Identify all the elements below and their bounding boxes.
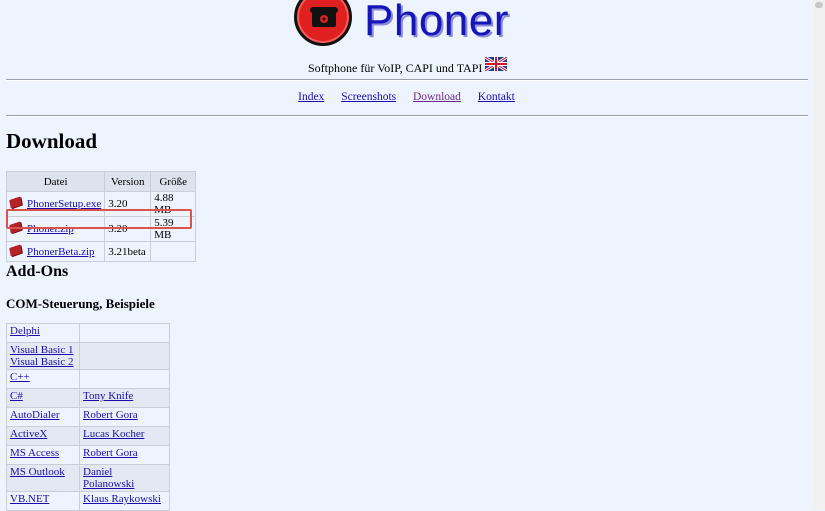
- table-row: AutoDialer Robert Gora: [6, 407, 170, 427]
- nav-kontakt[interactable]: Kontakt: [478, 91, 515, 103]
- com-link-msaccess[interactable]: MS Access: [10, 447, 59, 459]
- table-row: C++: [6, 369, 170, 389]
- download-table: Datei Version Größe PhonerSetup.exe 3.20…: [5, 171, 197, 262]
- table-row: PhonerSetup.exe 3.20 4.88 MB: [6, 191, 197, 217]
- author-link[interactable]: Daniel Polanowski: [83, 466, 134, 490]
- author-link[interactable]: Robert Gora: [83, 447, 138, 459]
- com-link-delphi[interactable]: Delphi: [10, 325, 40, 337]
- author-link[interactable]: Klaus Raykowski: [83, 493, 161, 505]
- table-row: PhonerBeta.zip 3.21beta: [6, 241, 197, 262]
- tagline: Softphone für VoIP, CAPI und TAPI: [308, 61, 483, 75]
- file-icon: [9, 243, 22, 257]
- com-link-msoutlook[interactable]: MS Outlook: [10, 466, 65, 478]
- table-row: MS Access Robert Gora: [6, 445, 170, 465]
- author-link[interactable]: Tony Knife: [83, 390, 133, 402]
- author-cell: [79, 342, 170, 370]
- header-version: Version: [104, 171, 152, 192]
- scrollbar-thumb[interactable]: [815, 2, 823, 8]
- page-title: Download: [6, 129, 98, 153]
- version-cell: 3.21beta: [104, 241, 152, 262]
- size-cell: 5.39 MB: [150, 216, 197, 242]
- author-cell: [79, 369, 170, 389]
- table-row: C# Tony Knife: [6, 388, 170, 408]
- download-link-setup[interactable]: PhonerSetup.exe: [27, 198, 101, 210]
- table-row: ActiveX Lucas Kocher: [6, 426, 170, 446]
- author-cell: [79, 323, 170, 343]
- table-row: VB.NET Klaus Raykowski: [6, 491, 170, 511]
- header-divider: [6, 79, 808, 81]
- version-cell: 3.20: [104, 216, 152, 242]
- uk-flag-icon[interactable]: [485, 57, 507, 71]
- header-file: Datei: [5, 171, 106, 192]
- com-link-vbnet[interactable]: VB.NET: [10, 493, 49, 505]
- com-link-vb1[interactable]: Visual Basic 1: [10, 344, 74, 356]
- table-row: MS Outlook Daniel Polanowski: [6, 464, 170, 492]
- download-link-zip[interactable]: Phoner.zip: [27, 223, 74, 235]
- table-row: Visual Basic 1 Visual Basic 2: [6, 342, 170, 370]
- com-link-cpp[interactable]: C++: [10, 371, 30, 383]
- com-link-autodialer[interactable]: AutoDialer: [10, 409, 59, 421]
- nav-download[interactable]: Download: [413, 91, 461, 103]
- table-row: Phoner.zip 3.20 5.39 MB: [6, 216, 197, 242]
- size-cell: 4.88 MB: [150, 191, 197, 217]
- nav-divider: [6, 115, 808, 117]
- file-icon: [9, 196, 22, 209]
- com-heading: COM-Steuerung, Beispiele: [6, 296, 155, 311]
- author-link[interactable]: Lucas Kocher: [83, 428, 144, 440]
- logo-text: Phoner: [364, 0, 509, 45]
- main-nav: Index Screenshots Download Kontakt: [0, 91, 813, 103]
- file-icon: [9, 221, 22, 234]
- com-link-activex[interactable]: ActiveX: [10, 428, 47, 440]
- header-size: Größe: [150, 171, 197, 192]
- vertical-scrollbar[interactable]: [813, 0, 825, 510]
- nav-screenshots[interactable]: Screenshots: [341, 91, 396, 103]
- table-row: Delphi: [6, 323, 170, 343]
- com-link-csharp[interactable]: C#: [10, 390, 23, 402]
- phone-logo-icon: [294, 0, 352, 46]
- site-header: Phoner: [0, 0, 813, 52]
- table-header-row: Datei Version Größe: [5, 171, 197, 192]
- com-link-vb2[interactable]: Visual Basic 2: [10, 356, 74, 368]
- addons-heading: Add-Ons: [6, 263, 69, 280]
- author-link[interactable]: Robert Gora: [83, 409, 138, 421]
- version-cell: 3.20: [104, 191, 152, 217]
- download-link-beta[interactable]: PhonerBeta.zip: [27, 246, 95, 258]
- size-cell: [150, 241, 197, 262]
- com-examples-table: Delphi Visual Basic 1 Visual Basic 2 C++ …: [6, 323, 170, 511]
- nav-index[interactable]: Index: [298, 91, 324, 103]
